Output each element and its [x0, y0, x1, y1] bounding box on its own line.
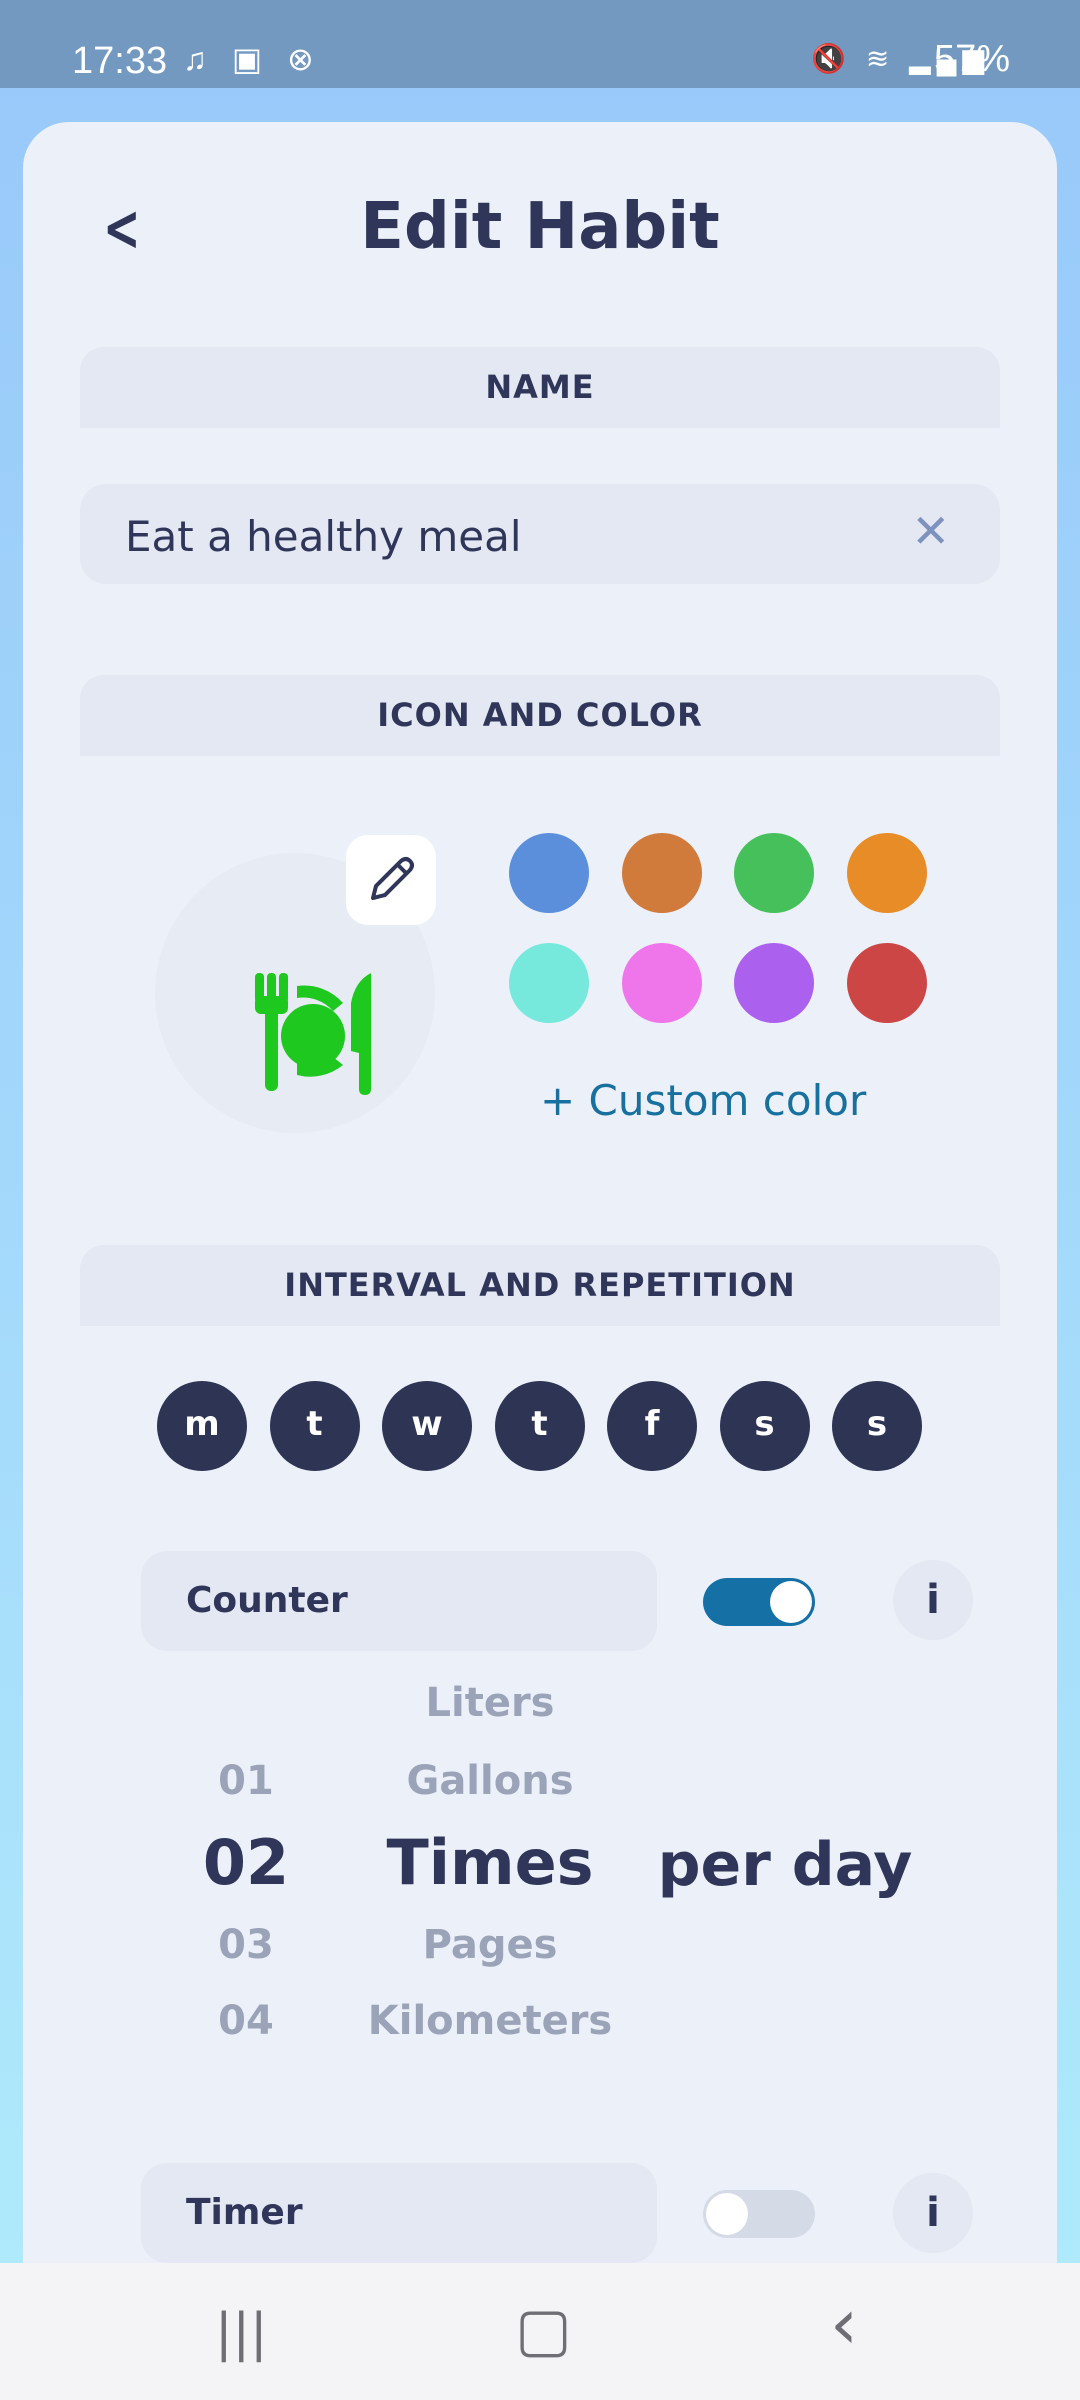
color-swatch[interactable] — [621, 833, 702, 913]
clock: 17:33 — [72, 40, 168, 82]
day-toggle[interactable]: m — [157, 1381, 247, 1471]
timer-label: Timer — [141, 2163, 657, 2263]
icon-color-section-header: ICON AND COLOR — [80, 675, 1000, 756]
color-swatch[interactable] — [846, 833, 927, 913]
page-title: Edit Habit — [360, 190, 720, 264]
unit-option-selected[interactable]: Times — [350, 1826, 630, 1899]
close-icon[interactable]: ✕ — [911, 504, 950, 558]
color-swatch[interactable] — [734, 943, 814, 1023]
unit-option[interactable]: Liters — [370, 1680, 610, 1726]
recents-button[interactable]: ||| — [215, 2303, 268, 2363]
color-swatch[interactable] — [621, 943, 702, 1023]
habit-name-value: Eat a healthy meal — [125, 512, 522, 561]
number-option[interactable]: 01 — [186, 1758, 306, 1804]
name-section-header: NAME — [80, 347, 1000, 428]
back-nav-button[interactable]: ‹ — [830, 2283, 858, 2365]
unit-option[interactable]: Kilometers — [350, 1998, 630, 2044]
edit-icon-button[interactable] — [346, 835, 436, 925]
day-toggle[interactable]: t — [269, 1381, 360, 1471]
custom-color-button[interactable]: + Custom color — [540, 1076, 866, 1125]
timer-info-button[interactable]: i — [893, 2173, 973, 2253]
color-swatch[interactable] — [846, 943, 927, 1023]
pencil-icon — [371, 857, 414, 900]
day-toggle[interactable]: f — [607, 1381, 697, 1471]
counter-info-button[interactable]: i — [893, 1560, 973, 1640]
day-toggle[interactable]: t — [494, 1381, 585, 1471]
color-swatch[interactable] — [734, 833, 814, 913]
day-toggle[interactable]: w — [382, 1381, 472, 1471]
notification-icons: ♫ ▣ ⊗ — [183, 41, 322, 77]
timer-toggle[interactable] — [703, 2190, 815, 2238]
counter-toggle[interactable] — [703, 1578, 815, 1626]
day-toggle[interactable]: s — [832, 1381, 922, 1471]
habit-name-input[interactable]: Eat a healthy meal ✕ — [80, 484, 1000, 584]
day-toggle[interactable]: s — [719, 1381, 810, 1471]
status-bar: 17:33 ♫ ▣ ⊗ 🔇 ≋ ▂▄▆ 57% — [0, 0, 1080, 88]
edit-habit-sheet — [23, 122, 1057, 2322]
period-label[interactable]: per day — [640, 1830, 930, 1900]
battery-level: 57% — [933, 38, 1010, 80]
color-swatch[interactable] — [509, 833, 589, 913]
navigation-bar: ||| ▢ ‹ — [0, 2263, 1080, 2400]
unit-option[interactable]: Pages — [370, 1922, 610, 1968]
number-option-selected[interactable]: 02 — [186, 1826, 306, 1899]
number-option[interactable]: 04 — [186, 1998, 306, 2044]
number-option[interactable]: 03 — [186, 1922, 306, 1968]
unit-option[interactable]: Gallons — [370, 1758, 610, 1804]
home-button[interactable]: ▢ — [515, 2295, 572, 2365]
color-swatch[interactable] — [509, 943, 589, 1023]
counter-label: Counter — [141, 1551, 657, 1651]
interval-section-header: INTERVAL AND REPETITION — [80, 1245, 1000, 1326]
